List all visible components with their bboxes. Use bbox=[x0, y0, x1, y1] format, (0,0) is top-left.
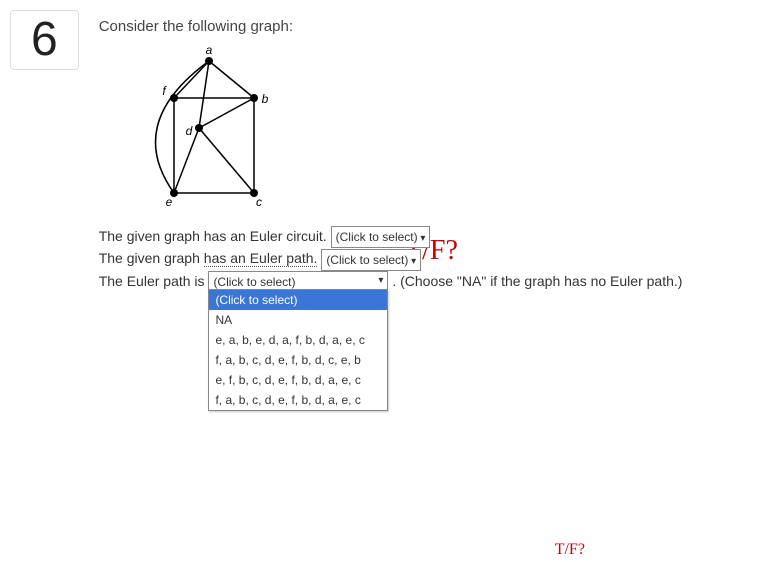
eulerpath-option-0[interactable]: (Click to select) bbox=[209, 290, 387, 310]
handwritten-annotation-2: T/F? bbox=[555, 538, 585, 562]
statement-eulerpath: The Euler path is (Click to select) (Cli… bbox=[99, 271, 768, 293]
graph-figure: a f b d e c bbox=[139, 43, 768, 216]
statements-block: The given graph has an Euler circuit. (C… bbox=[99, 226, 768, 293]
edge-dc bbox=[199, 128, 254, 193]
eulerpath-option-1[interactable]: NA bbox=[209, 310, 387, 330]
statement-path-link: has an Euler path. bbox=[204, 250, 318, 267]
label-b: b bbox=[261, 92, 268, 106]
label-a: a bbox=[205, 43, 212, 57]
statement-path-pre: The given graph bbox=[99, 250, 204, 266]
statement-path: The given graph has an Euler path. (Clic… bbox=[99, 248, 768, 270]
question-number: 6 bbox=[10, 10, 79, 70]
graph-svg: a f b d e c bbox=[139, 43, 319, 213]
question-content: Consider the following graph: bbox=[99, 10, 768, 293]
vertex-d bbox=[195, 124, 203, 132]
statement-circuit-text: The given graph has an Euler circuit. bbox=[99, 228, 331, 244]
statement-circuit: The given graph has an Euler circuit. (C… bbox=[99, 226, 768, 248]
eulerpath-hint: . (Choose "NA" if the graph has no Euler… bbox=[392, 273, 682, 289]
select-eulerpath-wrap[interactable]: (Click to select) (Click to select) NA e… bbox=[208, 271, 388, 293]
edge-bd bbox=[199, 98, 254, 128]
eulerpath-option-2[interactable]: e, a, b, e, d, a, f, b, d, a, e, c bbox=[209, 330, 387, 350]
vertex-f bbox=[170, 94, 178, 102]
label-f: f bbox=[162, 84, 167, 98]
select-eulerpath-dropdown[interactable]: (Click to select) NA e, a, b, e, d, a, f… bbox=[208, 289, 388, 411]
eulerpath-label: The Euler path is bbox=[99, 273, 205, 289]
label-d: d bbox=[185, 124, 192, 138]
prompt-text: Consider the following graph: bbox=[99, 18, 768, 35]
select-path[interactable]: (Click to select) bbox=[321, 249, 421, 271]
vertex-a bbox=[205, 57, 213, 65]
eulerpath-option-4[interactable]: e, f, b, c, d, e, f, b, d, a, e, c bbox=[209, 370, 387, 390]
eulerpath-option-3[interactable]: f, a, b, c, d, e, f, b, d, c, e, b bbox=[209, 350, 387, 370]
eulerpath-option-5[interactable]: f, a, b, c, d, e, f, b, d, a, e, c bbox=[209, 390, 387, 410]
edge-ab bbox=[209, 61, 254, 98]
vertex-b bbox=[250, 94, 258, 102]
label-c: c bbox=[256, 195, 262, 209]
select-circuit[interactable]: (Click to select) bbox=[331, 226, 431, 248]
label-e: e bbox=[165, 195, 172, 209]
